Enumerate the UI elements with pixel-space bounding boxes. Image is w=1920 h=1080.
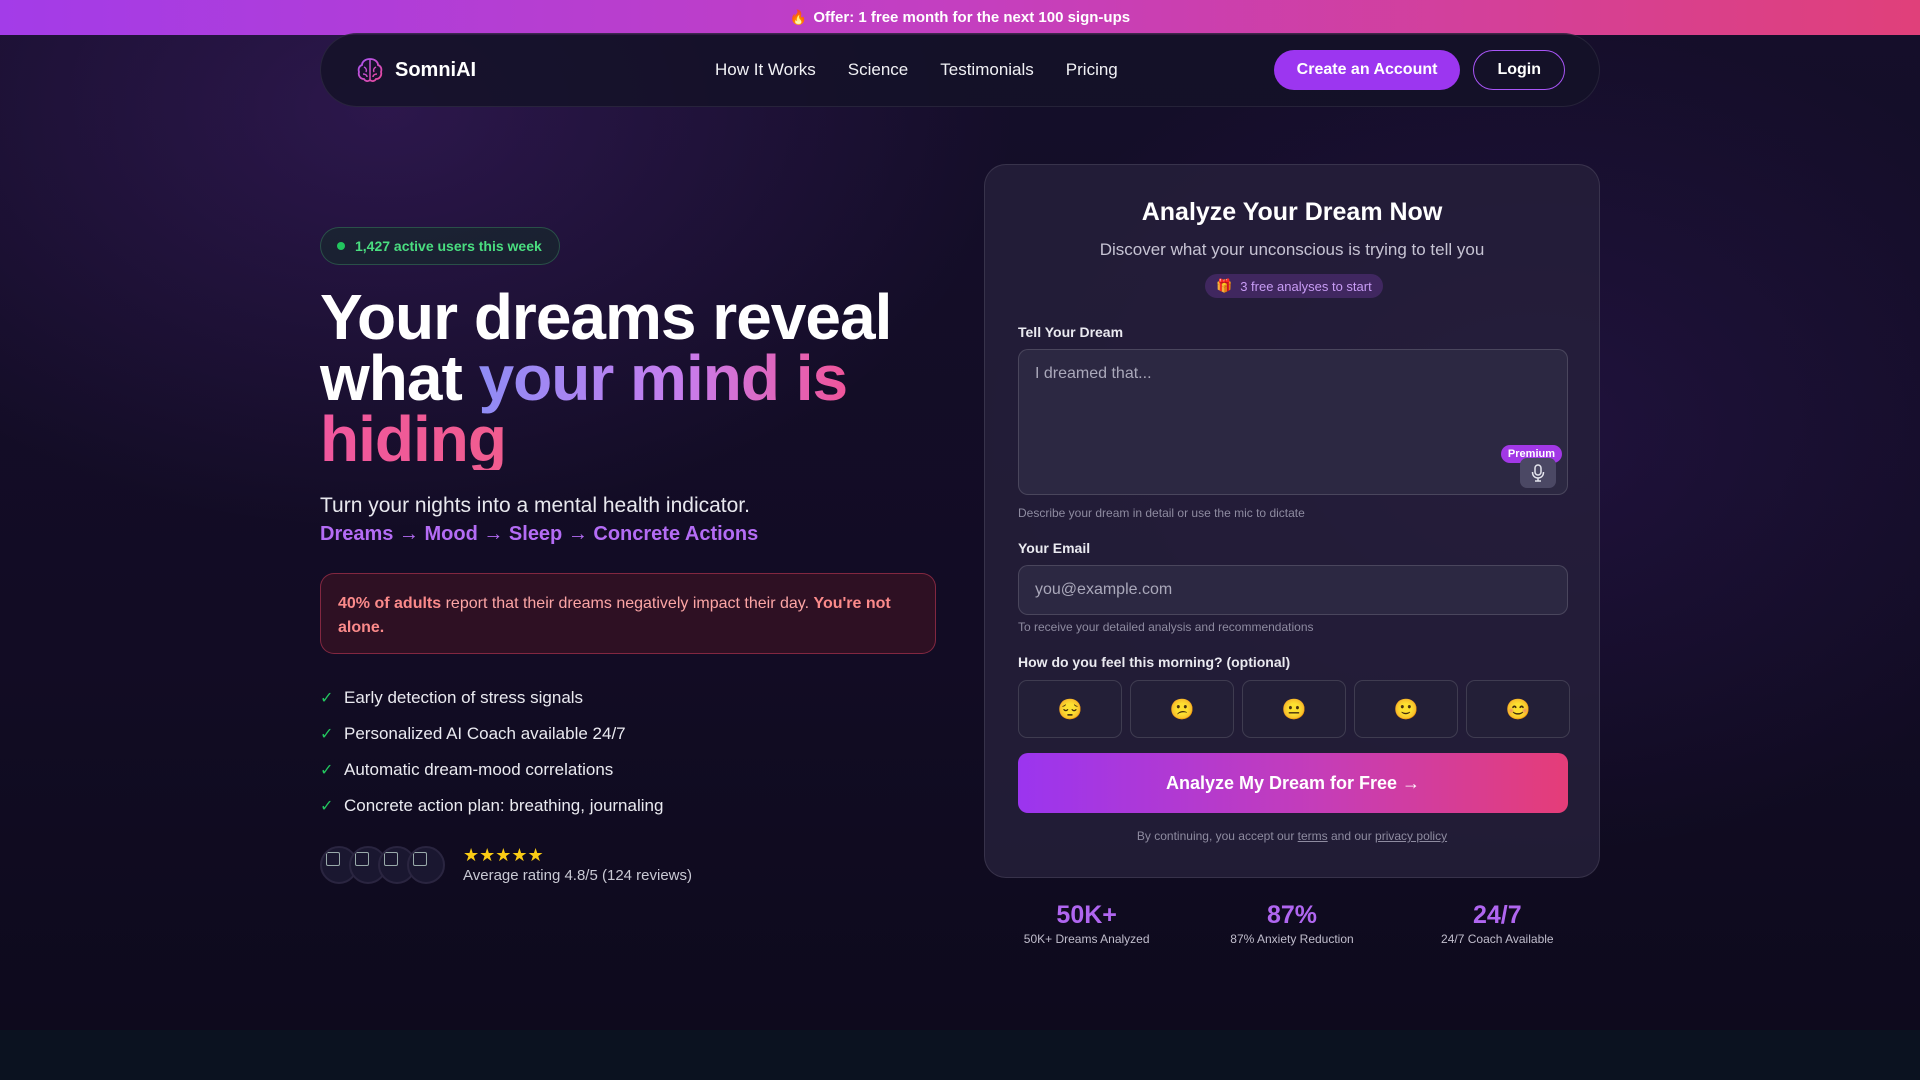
online-dot-icon bbox=[337, 242, 345, 250]
legal-mid: and our bbox=[1327, 829, 1376, 843]
check-icon: ✓ bbox=[320, 798, 334, 815]
nav-link-science[interactable]: Science bbox=[848, 60, 908, 80]
feature-item: ✓ Automatic dream-mood correlations bbox=[320, 752, 663, 788]
star-rating-icon: ★★★★★ bbox=[463, 845, 544, 865]
hero-title: Your dreams reveal what your mind is hid… bbox=[320, 281, 960, 471]
check-icon: ✓ bbox=[320, 762, 334, 779]
stat-value: 87% bbox=[1266, 901, 1318, 929]
feature-list: ✓ Early detection of stress signals ✓ Pers… bbox=[320, 680, 663, 824]
impact-stat-bold: 40% of adults bbox=[338, 595, 442, 612]
nav-link-how-it-works[interactable]: How It Works bbox=[715, 60, 816, 80]
stat-label: 24/7 Coach Available bbox=[1441, 932, 1554, 946]
brand-logo[interactable]: SomniAI bbox=[355, 55, 675, 85]
stat-label: 87% Anxiety Reduction bbox=[1230, 932, 1354, 946]
legal-text: By continuing, you accept our terms and … bbox=[985, 829, 1599, 843]
stat-item: 24/7 24/7 Coach Available bbox=[1395, 900, 1600, 946]
avatar-stack bbox=[320, 845, 445, 884]
feature-item: ✓ Concrete action plan: breathing, journa… bbox=[320, 788, 663, 824]
broken-image-icon bbox=[413, 851, 427, 866]
terms-link[interactable]: terms bbox=[1298, 829, 1328, 843]
mood-option-sad[interactable]: 😔 bbox=[1018, 680, 1122, 738]
hero-title-line1: Your dreams reveal bbox=[320, 281, 892, 353]
mood-selector: 😔 😕 😐 🙂 😊 bbox=[1018, 680, 1570, 738]
rating-block: ★★★★★ Average rating 4.8/5 (124 reviews) bbox=[320, 845, 692, 884]
hero-flow: Dreams → Mood → Sleep → Concrete Actions bbox=[320, 523, 759, 545]
broken-image-icon bbox=[355, 851, 369, 866]
analyze-dream-button[interactable]: Analyze My Dream for Free → bbox=[1018, 753, 1568, 813]
nav-link-pricing[interactable]: Pricing bbox=[1066, 60, 1118, 80]
dream-textarea-wrapper: Premium bbox=[1018, 349, 1568, 495]
main-navbar: SomniAI How It Works Science Testimonial… bbox=[320, 33, 1600, 107]
login-button[interactable]: Login bbox=[1473, 50, 1565, 90]
active-users-badge: 1,427 active users this week bbox=[320, 227, 560, 265]
mood-option-neutral[interactable]: 😐 bbox=[1242, 680, 1346, 738]
offer-text: Offer: 1 free month for the next 100 sig… bbox=[813, 9, 1131, 26]
offer-banner: 🔥 Offer: 1 free month for the next 100 s… bbox=[0, 0, 1920, 35]
dream-hint: Describe your dream in detail or use the… bbox=[1018, 506, 1305, 520]
email-field[interactable] bbox=[1019, 566, 1567, 614]
feature-text: Personalized AI Coach available 24/7 bbox=[344, 724, 626, 743]
mood-option-slight-smile[interactable]: 🙂 bbox=[1354, 680, 1458, 738]
flame-icon: 🔥 bbox=[789, 9, 808, 25]
avatar bbox=[407, 845, 445, 884]
stat-item: 50K+ 50K+ Dreams Analyzed bbox=[984, 900, 1189, 946]
email-hint: To receive your detailed analysis and re… bbox=[1018, 620, 1314, 634]
nav-link-testimonials[interactable]: Testimonials bbox=[940, 60, 1034, 80]
hero-title-line3: hiding bbox=[320, 407, 960, 471]
rating-label: Average rating 4.8/5 (124 reviews) bbox=[463, 867, 693, 884]
brand-name: SomniAI bbox=[395, 58, 477, 81]
hero-subtitle: Turn your nights into a mental health in… bbox=[320, 494, 750, 517]
microphone-icon bbox=[1531, 464, 1545, 482]
dream-textarea[interactable] bbox=[1019, 350, 1567, 494]
mood-option-happy[interactable]: 😊 bbox=[1466, 680, 1570, 738]
stat-value: 50K+ bbox=[1056, 901, 1117, 929]
brain-icon bbox=[357, 58, 383, 82]
mood-label: How do you feel this morning? (optional) bbox=[1018, 654, 1291, 670]
broken-image-icon bbox=[384, 851, 398, 866]
stats-row: 50K+ 50K+ Dreams Analyzed 87% 87% Anxiet… bbox=[984, 900, 1600, 946]
mood-option-confused[interactable]: 😕 bbox=[1130, 680, 1234, 738]
stat-value: 24/7 bbox=[1472, 901, 1522, 929]
free-analyses-text: 3 free analyses to start bbox=[1240, 278, 1372, 294]
broken-image-icon bbox=[326, 851, 340, 866]
feature-text: Concrete action plan: breathing, journal… bbox=[344, 796, 664, 815]
stat-label: 50K+ Dreams Analyzed bbox=[1023, 932, 1150, 946]
privacy-policy-link[interactable]: privacy policy bbox=[1375, 829, 1447, 843]
legal-prefix: By continuing, you accept our bbox=[1136, 829, 1298, 843]
email-label: Your Email bbox=[1018, 540, 1091, 556]
stat-item: 87% 87% Anxiety Reduction bbox=[1189, 900, 1394, 946]
rating-text: ★★★★★ Average rating 4.8/5 (124 reviews) bbox=[463, 845, 692, 884]
feature-item: ✓ Personalized AI Coach available 24/7 bbox=[320, 716, 663, 752]
create-account-button[interactable]: Create an Account bbox=[1273, 50, 1461, 90]
check-icon: ✓ bbox=[320, 726, 334, 743]
feature-text: Early detection of stress signals bbox=[344, 688, 584, 707]
gift-icon: 🎁 bbox=[1216, 278, 1233, 293]
check-icon: ✓ bbox=[320, 690, 334, 707]
page-background bbox=[0, 0, 1920, 1080]
feature-item: ✓ Early detection of stress signals bbox=[320, 680, 663, 716]
free-analyses-badge: 🎁 3 free analyses to start bbox=[1205, 274, 1383, 298]
dream-label: Tell Your Dream bbox=[1018, 324, 1124, 340]
impact-stat-text: report that their dreams negatively impa… bbox=[441, 595, 814, 612]
feature-text: Automatic dream-mood correlations bbox=[344, 760, 614, 779]
card-title: Analyze Your Dream Now bbox=[1141, 198, 1443, 226]
hero-title-line2-gradient: your mind is bbox=[478, 342, 848, 414]
mic-button[interactable] bbox=[1520, 458, 1556, 488]
dream-analysis-card: Analyze Your Dream Now Discover what you… bbox=[984, 164, 1600, 878]
email-field-wrapper bbox=[1018, 565, 1568, 615]
nav-links: How It Works Science Testimonials Pricin… bbox=[715, 60, 1118, 80]
card-subtitle: Discover what your unconscious is trying… bbox=[1099, 240, 1485, 259]
active-users-text: 1,427 active users this week bbox=[355, 238, 542, 254]
nav-actions: Create an Account Login bbox=[1273, 50, 1565, 90]
next-section-band bbox=[0, 1030, 1920, 1080]
impact-stat-box: 40% of adults report that their dreams n… bbox=[320, 573, 936, 654]
